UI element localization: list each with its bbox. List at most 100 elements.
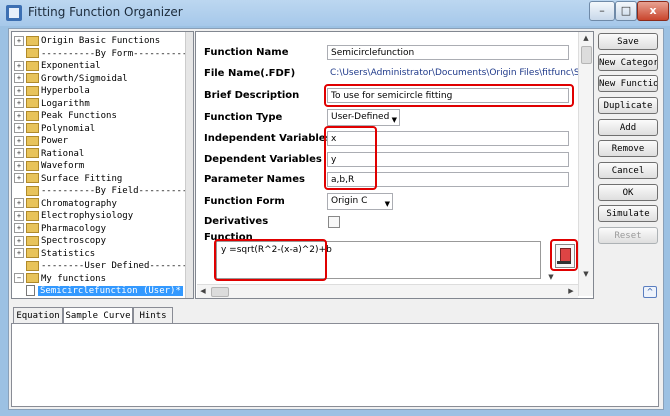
tab-sample-curve[interactable]: Sample Curve xyxy=(63,307,133,324)
highlight-code-builder xyxy=(550,239,578,271)
expand-icon[interactable]: + xyxy=(14,35,24,46)
function-form-select[interactable]: Origin C ▼ xyxy=(327,193,393,210)
simulate-button[interactable]: Simulate xyxy=(598,205,658,222)
folder-icon xyxy=(26,148,39,158)
tree-item-label: Rational xyxy=(41,148,85,159)
tree-scrollbar[interactable] xyxy=(185,32,193,298)
tree-item[interactable]: + Statistics xyxy=(14,248,95,260)
tree-item[interactable]: + Surface Fitting xyxy=(14,173,122,185)
folder-icon xyxy=(26,60,39,71)
maximize-button[interactable]: □ xyxy=(615,1,637,21)
folder-icon xyxy=(26,198,39,208)
expand-icon[interactable]: + xyxy=(14,248,24,258)
editor-scroll-down-icon[interactable]: ▼ xyxy=(545,271,557,283)
scroll-left-icon[interactable]: ◀ xyxy=(197,285,209,297)
folder-icon xyxy=(26,85,39,96)
tree-item[interactable]: + Growth/Sigmoidal xyxy=(14,73,128,85)
tree-item[interactable]: + Power xyxy=(14,135,68,147)
function-type-select[interactable]: User-Defined ▼ xyxy=(327,109,400,126)
expand-icon[interactable]: + xyxy=(14,73,24,83)
folder-icon xyxy=(26,73,39,83)
expand-icon[interactable]: + xyxy=(14,173,24,183)
tab-hints[interactable]: Hints xyxy=(133,307,173,323)
cancel-button[interactable]: Cancel xyxy=(598,162,658,179)
new-function-button[interactable]: New Function xyxy=(598,75,658,92)
tree-item-label: Pharmacology xyxy=(41,223,107,234)
function-name-label: Function Name xyxy=(204,47,289,58)
dependent-variables-label: Dependent Variables xyxy=(204,154,322,165)
function-category-tree[interactable]: + Origin Basic Functions ----------By Form… xyxy=(11,31,194,299)
tree-item-label: Hyperbola xyxy=(41,86,90,96)
scroll-up-icon[interactable]: ▲ xyxy=(580,32,592,44)
properties-horizontal-scrollbar[interactable]: ◀ ▶ xyxy=(197,284,578,298)
tree-item[interactable]: + Peak Functions xyxy=(14,110,117,122)
tree-item[interactable]: − My functions xyxy=(14,273,106,285)
tab-equation[interactable]: Equation xyxy=(13,307,63,323)
expand-icon[interactable]: + xyxy=(14,160,24,171)
expand-icon[interactable]: + xyxy=(14,85,24,96)
folder-icon xyxy=(26,123,39,133)
save-button[interactable]: Save xyxy=(598,33,658,50)
folder-icon xyxy=(26,223,39,233)
tree-item[interactable]: + Waveform xyxy=(14,160,84,172)
tree-item[interactable]: + Hyperbola xyxy=(14,85,90,97)
expand-icon[interactable]: + xyxy=(14,135,24,146)
tree-item-label: Electrophysiology xyxy=(41,211,134,221)
tree-item[interactable]: Semicirclefunction (User)* xyxy=(26,285,183,297)
tree-item-label: Waveform xyxy=(41,161,85,171)
tree-item-label: Polynomial xyxy=(41,123,96,134)
tree-item[interactable]: + Electrophysiology xyxy=(14,210,133,222)
scroll-right-icon[interactable]: ▶ xyxy=(565,285,577,297)
tree-item[interactable]: + Polynomial xyxy=(14,123,95,135)
tree-separator: ----------By Form---------- xyxy=(14,48,187,60)
expand-icon[interactable]: + xyxy=(14,210,24,221)
derivatives-checkbox[interactable] xyxy=(328,216,340,228)
new-category-button[interactable]: New Category xyxy=(598,54,658,71)
expand-icon[interactable]: + xyxy=(14,123,24,133)
expand-icon[interactable]: + xyxy=(14,148,24,158)
tree-item[interactable]: + Pharmacology xyxy=(14,223,106,235)
scroll-thumb[interactable] xyxy=(581,46,592,64)
chevron-down-icon: ▼ xyxy=(384,200,390,208)
collapse-icon[interactable]: − xyxy=(14,273,24,283)
folder-icon xyxy=(26,160,39,171)
expand-icon[interactable]: + xyxy=(14,223,24,233)
tree-item-label: Growth/Sigmoidal xyxy=(41,73,128,84)
folder-icon xyxy=(26,273,39,283)
scroll-down-icon[interactable]: ▼ xyxy=(580,268,592,280)
function-form-value: Origin C xyxy=(331,196,368,206)
ok-button[interactable]: OK xyxy=(598,184,658,201)
tree-item[interactable]: + Origin Basic Functions xyxy=(14,35,160,47)
expand-icon[interactable]: + xyxy=(14,60,24,71)
tree-item-label: Statistics xyxy=(41,248,96,259)
remove-button[interactable]: Remove xyxy=(598,140,658,157)
brief-description-label: Brief Description xyxy=(204,90,300,101)
tree-item-label: Chromatography xyxy=(41,198,117,209)
title-bar[interactable]: Fitting Function Organizer – □ x xyxy=(0,0,670,26)
tree-item[interactable]: + Chromatography xyxy=(14,198,117,210)
expand-icon[interactable]: + xyxy=(14,198,24,208)
duplicate-button[interactable]: Duplicate xyxy=(598,97,658,114)
tree-item[interactable]: + Logarithm xyxy=(14,98,90,110)
folder-icon xyxy=(26,98,39,108)
function-type-label: Function Type xyxy=(204,112,283,123)
minimize-button[interactable]: – xyxy=(589,1,615,21)
scroll-thumb[interactable] xyxy=(211,287,229,297)
tree-item[interactable]: + Rational xyxy=(14,148,84,160)
properties-vertical-scrollbar[interactable]: ▲ ▼ xyxy=(578,32,593,296)
tree-item[interactable]: + Exponential xyxy=(14,60,101,72)
add-button[interactable]: Add xyxy=(598,119,658,136)
expand-icon[interactable]: + xyxy=(14,110,24,121)
collapse-panel-button[interactable]: ^ xyxy=(643,286,657,298)
tree-item-label: Semicirclefunction (User)* xyxy=(38,286,183,296)
close-button[interactable]: x xyxy=(637,1,669,21)
function-form-label: Function Form xyxy=(204,196,285,207)
expand-icon[interactable]: + xyxy=(14,98,24,108)
reset-button[interactable]: Reset xyxy=(598,227,658,244)
function-name-input[interactable]: Semicirclefunction xyxy=(327,45,569,60)
function-type-value: User-Defined xyxy=(331,112,390,122)
tree-item[interactable]: + Spectroscopy xyxy=(14,235,106,247)
tree-item-label: ----------By Form---------- xyxy=(41,48,188,59)
tree-item-label: My functions xyxy=(41,273,107,284)
expand-icon[interactable]: + xyxy=(14,235,24,246)
